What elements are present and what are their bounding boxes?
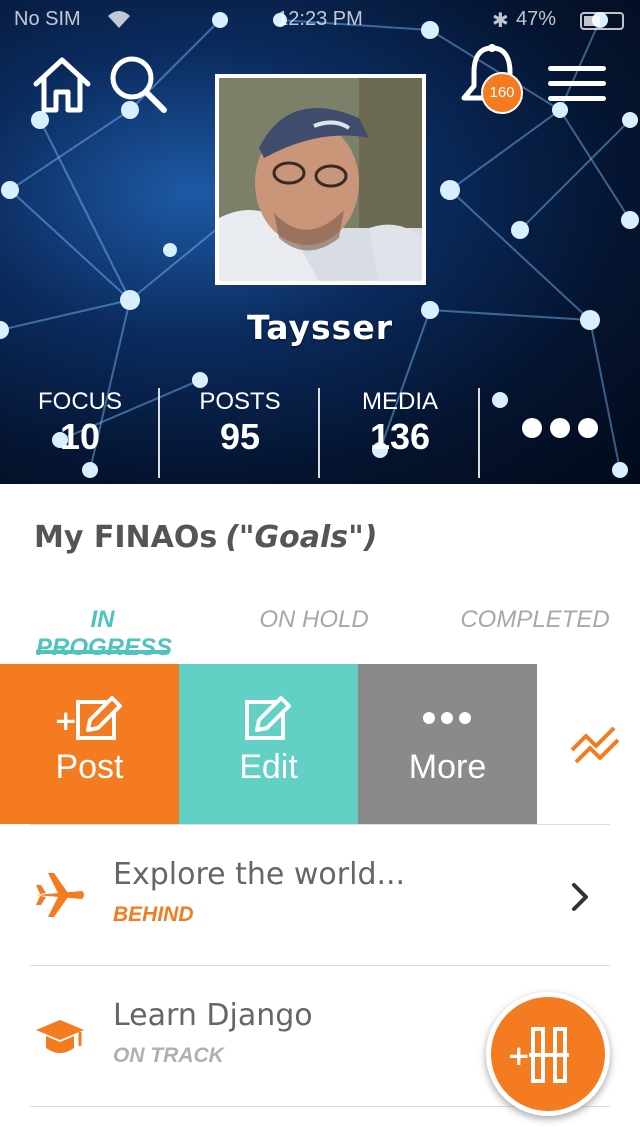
battery-percent: 47% [516, 8, 557, 30]
hamburger-menu-icon[interactable] [546, 64, 608, 104]
tab-on-hold[interactable]: ON HOLD [234, 606, 394, 634]
graduation-cap-icon [36, 1020, 84, 1053]
goal-status: ON TRACK [113, 1044, 224, 1067]
more-button-label: More [408, 748, 487, 786]
stat-value: 136 [369, 416, 431, 457]
edit-icon [245, 696, 291, 740]
avatar-photo [219, 78, 422, 281]
post-button[interactable]: + Post [0, 664, 179, 824]
profile-header: No SIM 12:23 PM ✱ 47% 160 Taysser FOCUS … [0, 0, 640, 484]
edit-button-label: Edit [239, 748, 298, 786]
stat-label: MEDIA [361, 388, 438, 415]
goal-list-item[interactable]: Explore the world... BEHIND [0, 825, 640, 965]
post-button-label: Post [55, 748, 124, 786]
stat-value: 10 [59, 416, 101, 457]
goal-title: Explore the world... [113, 857, 406, 892]
notification-badge[interactable]: 160 [481, 72, 523, 114]
goal-title: Learn Django [113, 998, 313, 1033]
add-finao-fab-button[interactable]: + [486, 992, 610, 1116]
goal-tabs: IN PROGRESS ON HOLD COMPLETED [0, 600, 640, 661]
bluetooth-icon: ✱ [492, 10, 509, 32]
home-icon[interactable] [30, 52, 94, 116]
status-bar: No SIM 12:23 PM ✱ 47% [0, 0, 640, 40]
airplane-icon [36, 873, 84, 917]
battery-icon [580, 12, 624, 30]
stat-posts[interactable]: POSTS 95 [160, 384, 320, 458]
chevron-right-icon[interactable] [566, 879, 594, 915]
ellipsis-icon [423, 712, 471, 724]
profile-stats: FOCUS 10 POSTS 95 MEDIA 136 [0, 384, 640, 480]
stat-value: 95 [219, 416, 261, 457]
search-icon[interactable] [106, 52, 170, 116]
svg-text:+: + [507, 1039, 530, 1072]
goal-status: BEHIND [113, 903, 194, 926]
trend-chart-icon[interactable] [568, 720, 624, 768]
add-post-icon: + [54, 696, 122, 740]
goal-swipe-actions: + Post Edit More [0, 664, 640, 824]
section-title-text: My FINAOs [34, 520, 218, 555]
stat-media[interactable]: MEDIA 136 [320, 384, 480, 458]
svg-text:+: + [54, 704, 77, 737]
active-tab-indicator [36, 650, 169, 654]
edit-button[interactable]: Edit [179, 664, 358, 824]
more-stats-icon[interactable] [480, 404, 640, 454]
profile-name: Taysser [247, 308, 393, 347]
tab-completed[interactable]: COMPLETED [460, 606, 610, 634]
stat-label: FOCUS [38, 388, 122, 415]
profile-avatar[interactable] [215, 74, 426, 285]
section-title: My FINAOs ("Goals") [34, 520, 378, 555]
section-subtitle: ("Goals") [225, 520, 378, 555]
stat-focus[interactable]: FOCUS 10 [0, 384, 160, 458]
stat-label: POSTS [199, 388, 281, 415]
add-finao-icon: + [507, 1027, 569, 1083]
more-button[interactable]: More [358, 664, 537, 824]
